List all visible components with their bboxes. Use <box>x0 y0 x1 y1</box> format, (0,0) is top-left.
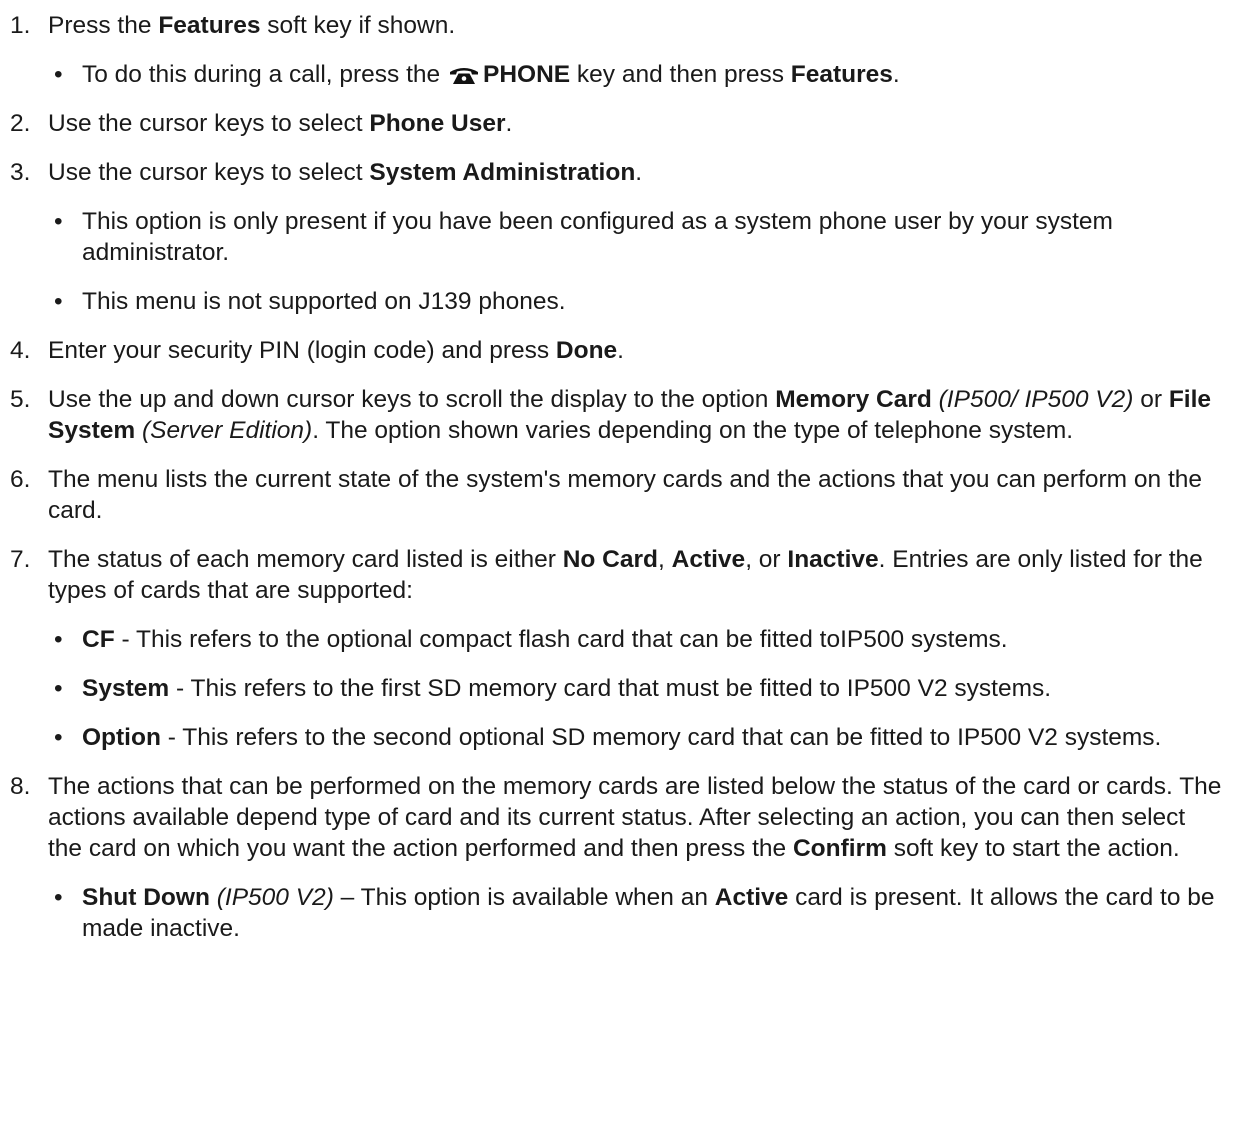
bullet: • <box>54 61 63 88</box>
step-1: 1. Press the Features soft key if shown.… <box>10 10 1225 90</box>
step-number: 4. <box>10 337 31 364</box>
list-item: • Option - This refers to the second opt… <box>54 724 1162 751</box>
list-item: • CF - This refers to the optional compa… <box>54 626 1008 653</box>
step-text: The status of each memory card listed is… <box>48 546 1203 604</box>
step-text: Use the cursor keys to select Phone User… <box>48 110 513 137</box>
step-text: Press the Features soft key if shown. <box>48 12 456 39</box>
step-2: 2. Use the cursor keys to select Phone U… <box>10 108 1225 139</box>
step-7: 7. The status of each memory card listed… <box>10 544 1225 753</box>
list-item: • This option is only present if you hav… <box>54 208 1113 266</box>
step-number: 7. <box>10 546 31 573</box>
list-item: • To do this during a call, press the PH… <box>54 61 900 88</box>
bullet: • <box>54 288 63 315</box>
step-number: 3. <box>10 159 31 186</box>
document-body: 1. Press the Features soft key if shown.… <box>0 0 1243 944</box>
step-number: 1. <box>10 12 31 39</box>
bullet: • <box>54 724 63 751</box>
step-5: 5. Use the up and down cursor keys to sc… <box>10 384 1225 446</box>
step-3-notes: • This option is only present if you hav… <box>48 206 1225 317</box>
features-key: Features <box>158 12 261 39</box>
step-8: 8. The actions that can be performed on … <box>10 771 1225 944</box>
bullet: • <box>54 884 63 911</box>
step-8-actions: • Shut Down (IP500 V2) – This option is … <box>48 882 1225 944</box>
list-item: • Shut Down (IP500 V2) – This option is … <box>54 884 1215 942</box>
procedure-steps: 1. Press the Features soft key if shown.… <box>10 10 1225 944</box>
step-text: The actions that can be performed on the… <box>48 773 1222 862</box>
step-6: 6. The menu lists the current state of t… <box>10 464 1225 526</box>
step-4: 4. Enter your security PIN (login code) … <box>10 335 1225 366</box>
step-number: 2. <box>10 110 31 137</box>
step-text: Use the up and down cursor keys to scrol… <box>48 386 1212 444</box>
step-3: 3. Use the cursor keys to select System … <box>10 157 1225 317</box>
step-7-card-types: • CF - This refers to the optional compa… <box>48 624 1225 753</box>
list-item: • System - This refers to the first SD m… <box>54 675 1052 702</box>
list-item: • This menu is not supported on J139 pho… <box>54 288 566 315</box>
step-text: The menu lists the current state of the … <box>48 466 1203 524</box>
bullet: • <box>54 208 63 235</box>
step-text: Use the cursor keys to select System Adm… <box>48 159 643 186</box>
step-number: 5. <box>10 386 31 413</box>
bullet: • <box>54 675 63 702</box>
bullet: • <box>54 626 63 653</box>
step-number: 6. <box>10 466 31 493</box>
step-text: Enter your security PIN (login code) and… <box>48 337 624 364</box>
step-1-notes: • To do this during a call, press the PH… <box>48 59 1225 90</box>
phone-icon <box>449 68 478 84</box>
step-number: 8. <box>10 773 31 800</box>
phone-key: PHONE <box>482 61 571 88</box>
